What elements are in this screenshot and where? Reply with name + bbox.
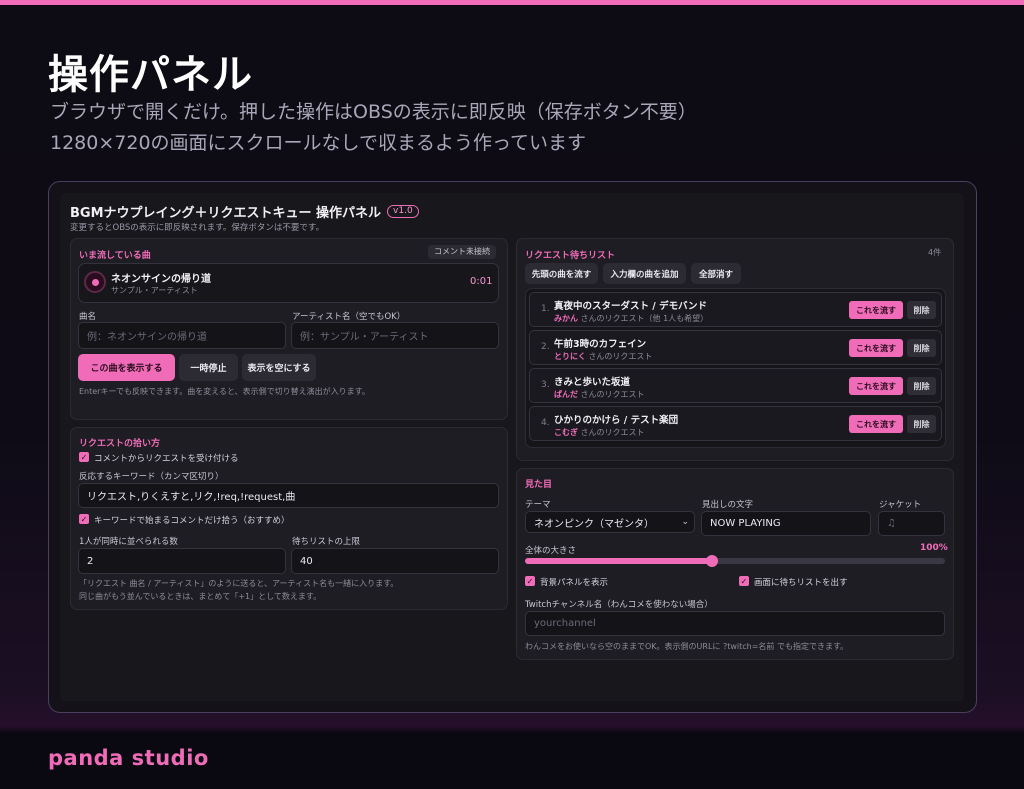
prefix-only-label: キーワードで始まるコメントだけ拾う（おすすめ） xyxy=(94,516,290,526)
theme-select-value: ネオンピンク（マゼンタ） xyxy=(534,518,654,530)
queue-limit-label: 待ちリストの上限 xyxy=(292,537,361,547)
queue-title: リクエスト待ちリスト xyxy=(525,251,616,261)
appearance-title: 見た目 xyxy=(525,480,553,490)
clear-all-button[interactable]: 全部消す xyxy=(691,263,741,284)
brand-logo: panda studio xyxy=(48,746,209,770)
queue-item: 3. きみと歩いた坂道 ぱんだ さんのリクエスト これを流す 削除 xyxy=(529,368,942,403)
queue-item: 4. ひかりのかけら / テスト楽団 こむぎ さんのリクエスト これを流す 削除 xyxy=(529,406,942,441)
panel-title: BGMナウプレイング＋リクエストキュー 操作パネル v1.0 xyxy=(70,202,419,221)
page-subtitle-1: ブラウザで開くだけ。押した操作はOBSの表示に即反映（保存ボタン不要） xyxy=(50,101,697,123)
disc-icon xyxy=(84,271,106,293)
theme-select[interactable]: ネオンピンク（マゼンタ） ⌄ xyxy=(525,511,695,533)
delete-button[interactable]: 削除 xyxy=(907,415,936,433)
show-queue-checkbox[interactable]: ✓ xyxy=(739,576,749,586)
delete-button[interactable]: 削除 xyxy=(907,339,936,357)
queue-item-title: ひかりのかけら / テスト楽団 xyxy=(554,415,679,426)
queue-item-meta-text: さんのリクエスト xyxy=(578,390,645,399)
delete-button[interactable]: 削除 xyxy=(907,377,936,395)
panel-subtitle: 変更するとOBSの表示に即反映されます。保存ボタンは不要です。 xyxy=(70,223,325,233)
now-playing-note: Enterキーでも反映できます。曲を変えると、表示側で切り替え演出が入ります。 xyxy=(79,387,370,396)
accept-requests-checkbox[interactable]: ✓ xyxy=(79,452,89,462)
prefix-only-checkbox[interactable]: ✓ xyxy=(79,514,89,524)
play-this-button[interactable]: これを流す xyxy=(849,377,903,395)
request-settings-title: リクエストの拾い方 xyxy=(79,439,161,449)
queue-item-title: 真夜中のスターダスト / デモバンド xyxy=(554,301,708,312)
appearance-note: わんコメをお使いなら空のままでOK。表示側のURLに ?twitch=名前 でも… xyxy=(525,642,849,651)
per-user-input[interactable]: 2 xyxy=(78,548,286,574)
accept-requests-label: コメントからリクエストを受け付ける xyxy=(94,454,239,464)
queue-item-number: 4. xyxy=(541,418,550,428)
panel-title-text: BGMナウプレイング＋リクエストキュー 操作パネル xyxy=(70,206,382,221)
queue-limit-input[interactable]: 40 xyxy=(291,548,499,574)
song-input[interactable]: 例：ネオンサインの帰り道 xyxy=(78,322,286,349)
queue-item-number: 2. xyxy=(541,342,550,352)
play-this-button[interactable]: これを流す xyxy=(849,339,903,357)
twitch-channel-label: Twitchチャンネル名（わんコメを使わない場合） xyxy=(525,600,713,610)
play-this-button[interactable]: これを流す xyxy=(849,301,903,319)
queue-item-meta-text: さんのリクエスト（他 1人も希望） xyxy=(578,314,709,323)
size-label: 全体の大きさ xyxy=(525,546,577,556)
page-subtitle-2: 1280×720の画面にスクロールなしで収まるよう作っています xyxy=(50,132,587,154)
theme-label: テーマ xyxy=(525,500,551,510)
size-slider-handle[interactable] xyxy=(706,555,718,567)
keywords-label: 反応するキーワード（カンマ区切り） xyxy=(79,472,224,482)
request-note-2: 同じ曲がもう並んでいるときは、まとめて「+1」として数えます。 xyxy=(79,592,322,601)
chevron-down-icon: ⌄ xyxy=(681,517,689,527)
connection-status-badge: コメント未接続 xyxy=(428,245,496,259)
queue-item-meta: みかん さんのリクエスト（他 1人も希望） xyxy=(554,313,708,324)
queue-item-meta-text: さんのリクエスト xyxy=(585,352,653,361)
artist-field-label: アーティスト名（空でもOK） xyxy=(292,312,406,322)
size-value: 100% xyxy=(920,543,948,553)
queue-item-user: とりにく xyxy=(554,352,586,361)
song-field-label: 曲名 xyxy=(79,312,97,322)
queue-item-user: みかん xyxy=(554,314,578,323)
play-this-button[interactable]: これを流す xyxy=(849,415,903,433)
queue-item-meta: ぱんだ さんのリクエスト xyxy=(554,389,645,400)
queue-count: 4件 xyxy=(928,248,942,257)
queue-item-user: ぱんだ xyxy=(554,390,578,399)
play-first-button[interactable]: 先頭の曲を流す xyxy=(525,263,598,284)
queue-item-title: きみと歩いた坂道 xyxy=(554,377,631,388)
per-user-label: 1人が同時に並べられる数 xyxy=(79,537,178,547)
heading-text-input[interactable]: NOW PLAYING xyxy=(701,511,871,536)
heading-text-label: 見出しの文字 xyxy=(702,500,754,510)
queue-item-number: 3. xyxy=(541,380,550,390)
keywords-input[interactable]: リクエスト,りくえすと,リク,!req,!request,曲 xyxy=(78,483,499,508)
page-title: 操作パネル xyxy=(48,52,253,98)
artist-input[interactable]: 例：サンプル・アーティスト xyxy=(291,322,499,349)
queue-item-meta: こむぎ さんのリクエスト xyxy=(554,427,645,438)
queue-item: 2. 午前3時のカフェイン とりにく さんのリクエスト これを流す 削除 xyxy=(529,330,942,365)
clear-display-button[interactable]: 表示を空にする xyxy=(242,354,316,381)
bg-panel-label: 背景パネルを表示 xyxy=(540,578,609,588)
show-song-button[interactable]: この曲を表示する xyxy=(78,354,175,381)
elapsed-time: 0:01 xyxy=(470,276,493,287)
jacket-input[interactable]: ♫ xyxy=(878,511,945,536)
queue-item-title: 午前3時のカフェイン xyxy=(554,339,647,350)
show-queue-label: 画面に待ちリストを出す xyxy=(754,578,848,588)
jacket-label: ジャケット xyxy=(879,500,922,510)
queue-item-meta: とりにく さんのリクエスト xyxy=(554,351,652,362)
pause-button[interactable]: 一時停止 xyxy=(179,354,238,381)
bg-panel-checkbox[interactable]: ✓ xyxy=(525,576,535,586)
queue-item-user: こむぎ xyxy=(554,428,578,437)
delete-button[interactable]: 削除 xyxy=(907,301,936,319)
size-slider-fill xyxy=(525,558,714,564)
queue-item-meta-text: さんのリクエスト xyxy=(578,428,645,437)
request-note-1: 「リクエスト 曲名 / アーティスト」のように送ると、アーティスト名も一緒に入り… xyxy=(79,579,399,588)
twitch-channel-input[interactable]: yourchannel xyxy=(525,611,945,636)
current-artist: サンプル・アーティスト xyxy=(111,286,198,295)
current-song-title: ネオンサインの帰り道 xyxy=(111,274,211,285)
music-note-icon: ♫ xyxy=(887,518,896,529)
now-playing-title: いま流している曲 xyxy=(79,251,151,261)
version-badge: v1.0 xyxy=(387,205,419,218)
add-from-input-button[interactable]: 入力欄の曲を追加 xyxy=(603,263,686,284)
queue-item: 1. 真夜中のスターダスト / デモバンド みかん さんのリクエスト（他 1人も… xyxy=(529,292,942,327)
queue-item-number: 1. xyxy=(541,304,550,314)
top-accent-bar xyxy=(0,0,1024,5)
